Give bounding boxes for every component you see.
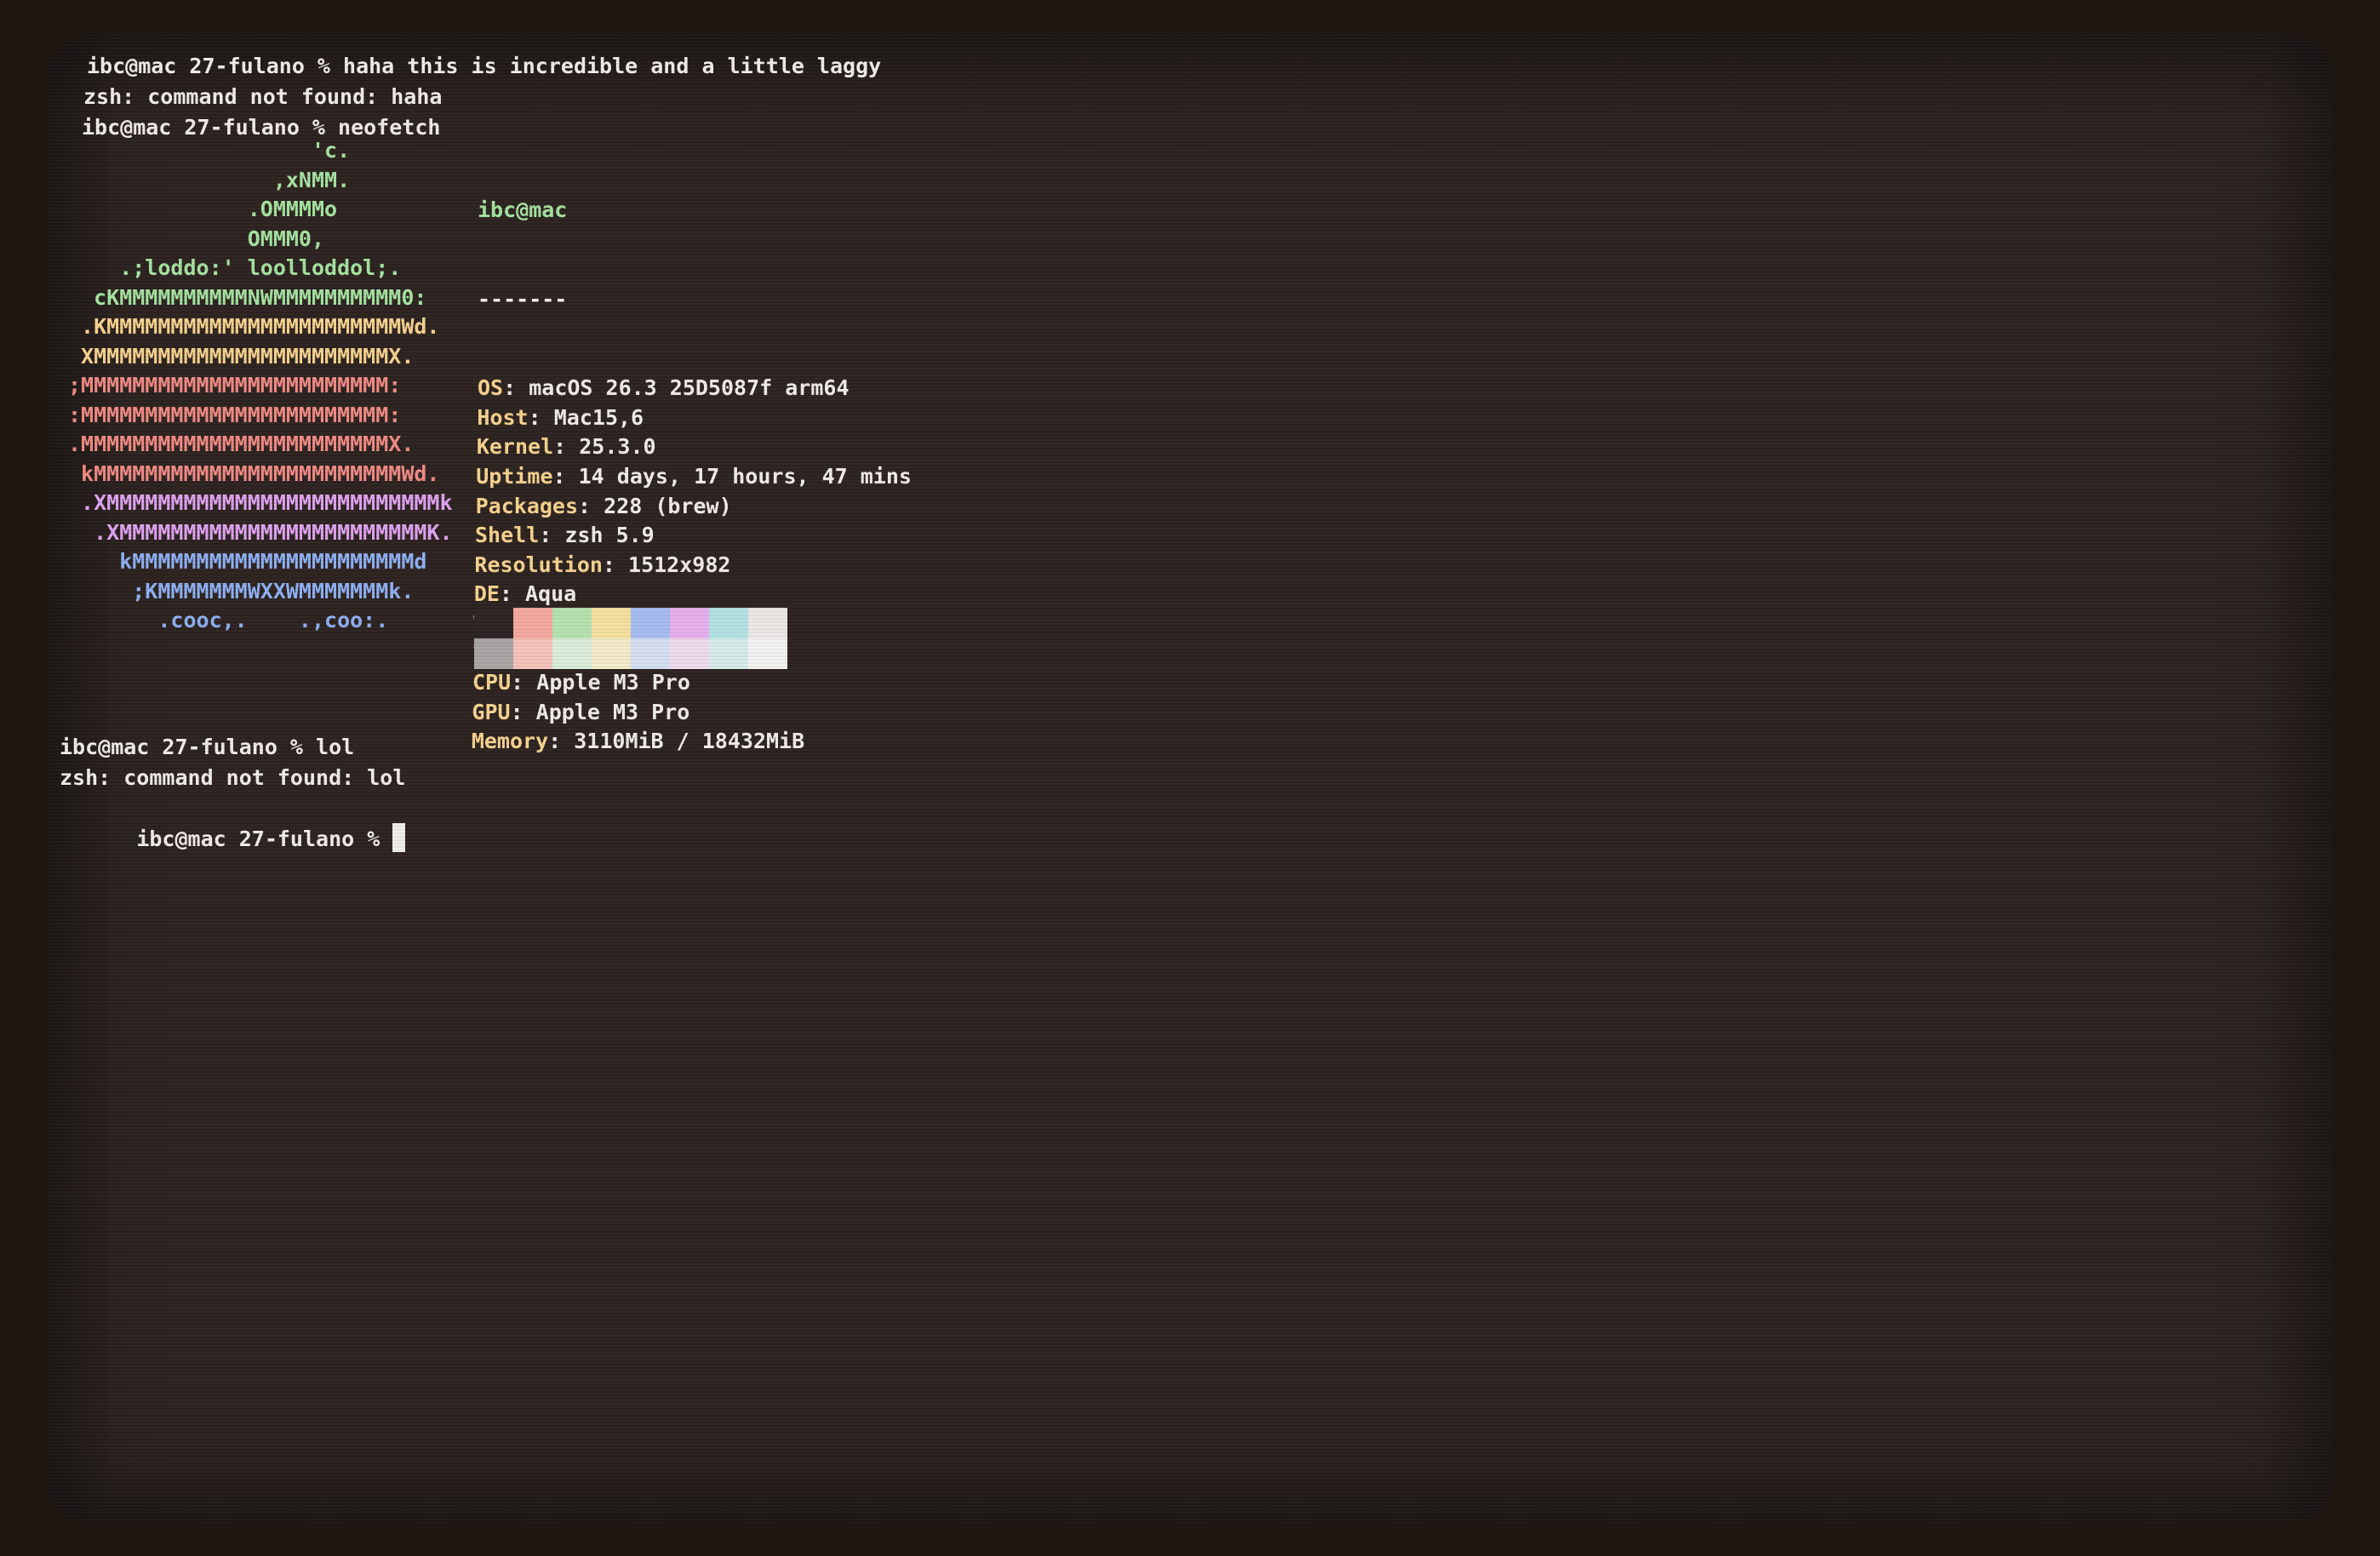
logo-line: .OMMMMo (68, 197, 338, 221)
info-colon: : (602, 552, 629, 577)
info-value: Aqua (525, 581, 577, 607)
info-key: Kernel (476, 434, 554, 460)
info-colon: : (578, 493, 604, 518)
info-colon: : (503, 375, 529, 401)
color-swatch (513, 608, 552, 638)
info-key: Host (477, 404, 529, 430)
logo-line: cKMMMMMMMMMMNWMMMMMMMMMM0: (68, 284, 427, 310)
info-value: Apple M3 Pro (535, 699, 690, 724)
info-row: GPU: Apple M3 Pro (472, 698, 912, 728)
info-colon: : (552, 463, 579, 489)
info-colon: : (528, 404, 554, 430)
prompt-text: ibc@mac 27-fulano % (136, 827, 393, 851)
color-swatch (592, 638, 631, 669)
info-value: 14 days, 17 hours, 47 mins (578, 463, 912, 489)
logo-line: :MMMMMMMMMMMMMMMMMMMMMMMM: (68, 402, 402, 427)
system-info: ibc@mac ------- OS: macOS 26.3 25D5087f … (472, 136, 912, 816)
info-key: OS (478, 375, 504, 401)
info-row: Uptime: 14 days, 17 hours, 47 mins (476, 462, 912, 492)
info-row: DE: Aqua (474, 580, 912, 609)
monitor-bezel: ibc@mac 27-fulano % haha this is incredi… (0, 0, 2380, 1556)
color-swatch (709, 608, 748, 638)
logo-line: .cooc,. .,coo:. (68, 608, 389, 632)
logo-line: .KMMMMMMMMMMMMMMMMMMMMMMMWd. (68, 314, 440, 339)
command-line-1: ibc@mac 27-fulano % haha this is incredi… (87, 54, 882, 78)
info-colon: : (511, 670, 537, 695)
info-value: macOS 26.3 25D5087f arm64 (529, 375, 850, 401)
error-line-1: zsh: command not found: haha (83, 84, 443, 109)
info-key: Shell (475, 523, 540, 548)
info-row: Shell: zsh 5.9 (475, 521, 912, 551)
logo-line: ;MMMMMMMMMMMMMMMMMMMMMMMM: (68, 373, 402, 398)
info-row: Host: Mac15,6 (477, 403, 912, 433)
logo-line: .;loddo:' loolloddol;. (68, 255, 402, 280)
info-row: Resolution: 1512x982 (474, 551, 912, 581)
info-colon: : (539, 523, 565, 548)
info-colon: : (553, 434, 580, 460)
color-swatch (670, 638, 709, 669)
logo-line: .XMMMMMMMMMMMMMMMMMMMMMMMMK. (68, 519, 453, 545)
info-key: DE (473, 581, 500, 607)
info-colon: : (510, 699, 536, 724)
info-key: Packages (475, 493, 579, 518)
logo-line: .XMMMMMMMMMMMMMMMMMMMMMMMMMMk (68, 490, 453, 515)
info-separator: ------- (478, 286, 568, 312)
logo-line: 'c. (68, 138, 351, 163)
logo-line: .MMMMMMMMMMMMMMMMMMMMMMMMX. (68, 432, 415, 456)
logo-line: OMMM0, (68, 226, 325, 251)
info-row: Memory: 3110MiB / 18432MiB (472, 727, 912, 757)
color-swatch (552, 638, 592, 669)
info-colon: : (548, 729, 575, 754)
text-cursor (392, 823, 406, 852)
info-header: ibc@mac (478, 197, 568, 222)
active-prompt[interactable]: ibc@mac 27-fulano % (60, 793, 406, 884)
info-value: Mac15,6 (553, 404, 644, 430)
terminal-screen[interactable]: ibc@mac 27-fulano % haha this is incredi… (48, 34, 2332, 1524)
info-value: 3110MiB / 18432MiB (574, 729, 805, 754)
color-swatch (631, 608, 670, 638)
info-row: OS: macOS 26.3 25D5087f arm64 (478, 374, 912, 403)
color-swatch (748, 638, 787, 669)
logo-line: XMMMMMMMMMMMMMMMMMMMMMMMX. (68, 343, 415, 369)
info-key: Memory (471, 729, 549, 754)
error-line-2: zsh: command not found: lol (60, 765, 406, 790)
logo-line: kMMMMMMMMMMMMMMMMMMMMMMd (68, 549, 427, 574)
color-swatch (748, 608, 787, 638)
logo-line: ,xNMM. (68, 167, 351, 192)
info-row: Packages: 228 (brew) (476, 492, 912, 522)
color-swatch (592, 608, 631, 638)
info-colon: : (499, 581, 526, 607)
info-value: Apple M3 Pro (536, 670, 690, 695)
info-value: zsh 5.9 (564, 523, 655, 548)
info-key: Resolution (474, 552, 603, 577)
info-key: CPU (472, 670, 512, 695)
logo-line: ;KMMMMMMMWXXWMMMMMMMk. (68, 578, 415, 604)
color-palette (474, 608, 787, 669)
color-swatch (474, 608, 513, 638)
color-swatch (474, 638, 513, 669)
logo-line: kMMMMMMMMMMMMMMMMMMMMMMMMWd. (68, 461, 440, 486)
color-swatch (631, 638, 670, 669)
info-row: CPU: Apple M3 Pro (472, 668, 912, 698)
color-swatch (552, 608, 592, 638)
info-key: Uptime (476, 463, 553, 489)
info-row: Kernel: 25.3.0 (477, 432, 912, 462)
info-value: 228 (brew) (604, 493, 732, 518)
apple-ascii-logo: 'c. ,xNMM. .OMMMMo OMMM0, .;loddo:' lool… (68, 136, 453, 636)
info-value: 1512x982 (628, 552, 731, 577)
color-swatch (670, 608, 709, 638)
info-key: GPU (472, 699, 511, 724)
color-swatch (513, 638, 552, 669)
color-swatch (709, 638, 748, 669)
info-value: 25.3.0 (579, 434, 656, 460)
command-line-3: ibc@mac 27-fulano % lol (60, 735, 355, 759)
